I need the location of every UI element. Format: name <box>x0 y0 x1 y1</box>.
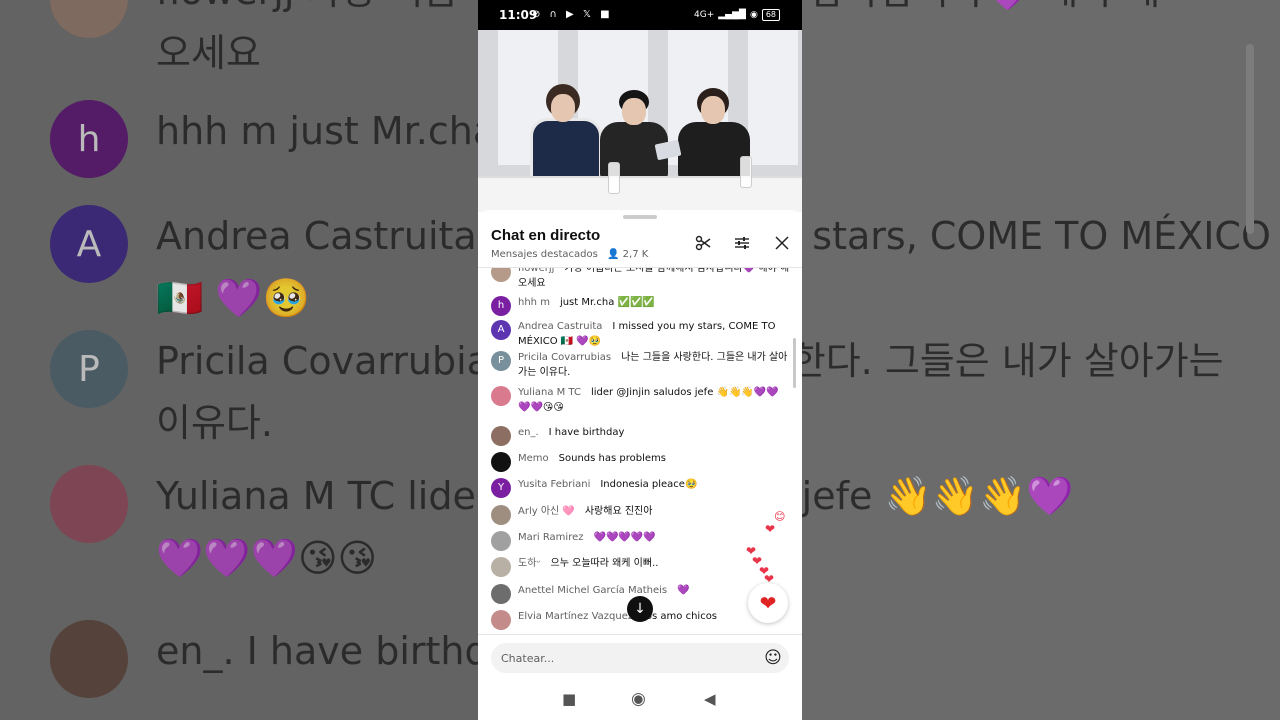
avatar[interactable] <box>491 505 511 525</box>
recents-icon[interactable]: ■ <box>562 690 576 708</box>
avatar[interactable] <box>491 386 511 406</box>
viewer-count: 👤 2,7 K <box>607 249 648 260</box>
background-scrollbar <box>1246 44 1254 234</box>
chat-message[interactable]: 도하ᵕ 으누 오늘따라 왜케 이뻐.. <box>491 557 791 577</box>
avatar[interactable] <box>491 452 511 472</box>
chat-message-body: Arly 아신 🩷 사랑해요 진진아 <box>518 505 791 520</box>
notification-icons: ⊘ ∩ ▶ 𝕏 ■ <box>532 9 613 20</box>
chat-message-body: en_. I have birthday <box>518 426 791 441</box>
navigation-bar: ■ ◉ ◀ <box>478 680 802 720</box>
chat-author[interactable]: Pricila Covarrubias <box>518 352 611 363</box>
live-chat-panel: Chat en directo Mensajes destacados 👤 2,… <box>478 210 802 720</box>
chat-message-body: flowerjj 가장 어둡다는 오시를 함께해서 감사합니다💜 해야 해 오세요 <box>518 268 791 291</box>
heart-icon: ❤ <box>759 591 777 615</box>
chat-message-text: 💜💜💜💜💜 <box>593 532 656 543</box>
chat-message-body: Yusita Febriani Indonesia pleace🥹 <box>518 478 791 493</box>
chat-message-text: 가장 어둡다는 오시를 함께해서 감사합니다💜 해야 해 오세요 <box>518 268 790 289</box>
scroll-to-bottom-button[interactable]: ↓ <box>627 596 653 622</box>
close-icon[interactable] <box>773 234 791 252</box>
chat-author[interactable]: Memo <box>518 453 549 464</box>
network-label: 4G+ <box>694 10 715 20</box>
status-bar: 11:09 ⊘ ∩ ▶ 𝕏 ■ 4G+ ▂▄▆█ ◉ 68 <box>478 0 802 30</box>
background-dim <box>0 0 478 720</box>
chat-title: Chat en directo <box>491 227 601 244</box>
chat-author[interactable]: en_. <box>518 427 539 438</box>
avatar[interactable] <box>491 531 511 551</box>
chat-message[interactable]: Arly 아신 🩷 사랑해요 진진아 <box>491 505 791 525</box>
video-player[interactable] <box>478 30 802 212</box>
chat-author[interactable]: Andrea Castruita <box>518 321 602 332</box>
chat-author[interactable]: Yusita Febriani <box>518 479 590 490</box>
chat-input-placeholder: Chatear... <box>501 651 555 665</box>
arrow-down-icon: ↓ <box>634 601 646 617</box>
tune-icon[interactable] <box>733 234 751 252</box>
chat-message-text: los amo chicos <box>643 611 718 622</box>
avatar[interactable] <box>491 268 511 282</box>
avatar[interactable] <box>491 426 511 446</box>
water-bottle <box>740 156 752 188</box>
avatar[interactable]: A <box>491 320 511 340</box>
chat-author[interactable]: Elvia Martínez Vazquez <box>518 611 633 622</box>
chat-author[interactable]: Arly 아신 🩷 <box>518 506 575 517</box>
battery-icon: 68 <box>761 9 780 21</box>
chat-message-body: Memo Sounds has problems <box>518 452 791 467</box>
chat-message-body: 도하ᵕ 으누 오늘따라 왜케 이뻐.. <box>518 557 791 572</box>
chat-message-list[interactable]: flowerjj 가장 어둡다는 오시를 함께해서 감사합니다💜 해야 해 오세요… <box>478 268 802 634</box>
chat-message-body: hhh m just Mr.cha ✅✅✅ <box>518 296 791 311</box>
signal-icon: ▂▄▆█ <box>718 10 746 20</box>
chat-message[interactable]: flowerjj 가장 어둡다는 오시를 함께해서 감사합니다💜 해야 해 오세요 <box>491 268 791 291</box>
chat-message[interactable]: Yuliana M TC lider @Jinjin saludos jefe 👋… <box>491 386 791 415</box>
chat-author[interactable]: 도하ᵕ <box>518 558 541 569</box>
chat-message-text: I have birthday <box>548 427 625 438</box>
chat-author[interactable]: hhh m <box>518 297 550 308</box>
avatar[interactable] <box>491 584 511 604</box>
chat-message-text: just Mr.cha ✅✅✅ <box>559 297 655 308</box>
home-icon[interactable]: ◉ <box>631 689 646 709</box>
chat-message-body: Yuliana M TC lider @Jinjin saludos jefe 👋… <box>518 386 791 415</box>
table <box>478 176 802 212</box>
floating-heart: ❤ <box>765 522 776 536</box>
chat-subtitle[interactable]: Mensajes destacados 👤 2,7 K <box>491 249 648 260</box>
emoji-icon[interactable]: ☺ <box>763 648 783 668</box>
chat-scrollbar[interactable] <box>793 338 796 388</box>
wifi-icon: ◉ <box>749 10 758 20</box>
chat-message[interactable]: Memo Sounds has problems <box>491 452 791 472</box>
chat-message-text: 사랑해요 진진아 <box>584 506 653 517</box>
chat-message[interactable]: en_. I have birthday <box>491 426 791 446</box>
chat-message[interactable]: P Pricila Covarrubias 나는 그들을 사랑한다. 그들은 내가 … <box>491 351 791 380</box>
avatar[interactable]: Y <box>491 478 511 498</box>
chat-message-text: Sounds has problems <box>558 453 666 464</box>
phone-screen: 11:09 ⊘ ∩ ▶ 𝕏 ■ 4G+ ▂▄▆█ ◉ 68 Chat en di… <box>478 0 802 720</box>
chat-author[interactable]: Anettel Michel García Matheis <box>518 585 667 596</box>
avatar[interactable]: h <box>491 296 511 316</box>
chat-mode-label: Mensajes destacados <box>491 249 598 260</box>
chat-message[interactable]: Y Yusita Febriani Indonesia pleace🥹 <box>491 478 791 498</box>
chat-author[interactable]: Mari Ramirez <box>518 532 584 543</box>
scissors-icon[interactable] <box>694 234 712 252</box>
avatar[interactable]: P <box>491 351 511 371</box>
avatar[interactable] <box>491 557 511 577</box>
chat-message[interactable]: A Andrea Castruita I missed you my stars, … <box>491 320 791 349</box>
window <box>748 30 798 165</box>
drag-handle[interactable] <box>623 215 657 219</box>
divider <box>478 634 802 635</box>
water-bottle <box>608 162 620 194</box>
viewer-count-label: 2,7 K <box>622 249 649 260</box>
avatar[interactable] <box>491 610 511 630</box>
person-icon: 👤 <box>607 249 620 260</box>
chat-message-body: Andrea Castruita I missed you my stars, C… <box>518 320 791 349</box>
chat-message-body: Pricila Covarrubias 나는 그들을 사랑한다. 그들은 내가 살… <box>518 351 791 380</box>
chat-message[interactable]: h hhh m just Mr.cha ✅✅✅ <box>491 296 791 316</box>
floating-emoji: 😊 <box>774 510 786 523</box>
chat-message-text: 으누 오늘따라 왜케 이뻐.. <box>550 558 659 569</box>
status-right: 4G+ ▂▄▆█ ◉ 68 <box>694 9 780 21</box>
chat-input[interactable]: Chatear... ☺ <box>491 643 789 673</box>
chat-message-text: 💜 <box>677 585 690 596</box>
chat-author[interactable]: flowerjj <box>518 268 554 274</box>
chat-message-text: Indonesia pleace🥹 <box>600 479 698 490</box>
back-icon[interactable]: ◀ <box>704 690 716 708</box>
chat-author[interactable]: Yuliana M TC <box>518 387 581 398</box>
heart-reaction-button[interactable]: ❤ <box>748 583 788 623</box>
